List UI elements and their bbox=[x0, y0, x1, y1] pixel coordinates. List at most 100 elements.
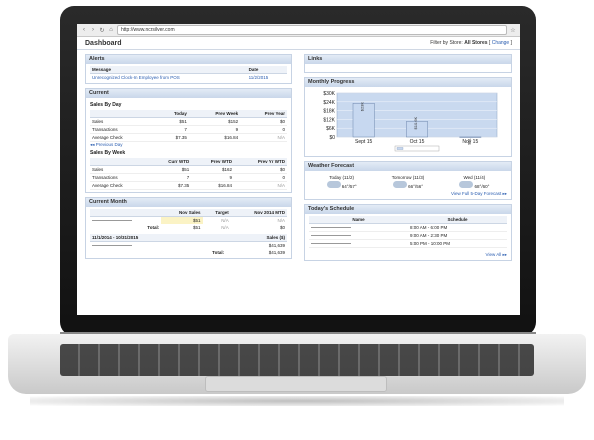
store-filter: Filter by Store: All Stores [ Change ] bbox=[430, 40, 512, 46]
table-row: Sales $51 $162 $0 bbox=[90, 165, 287, 174]
sales-by-week-title: Sales By Week bbox=[90, 150, 126, 156]
current-month-table: Nov Sales Target Nov 2014 MTD $51 N/A N/… bbox=[90, 209, 287, 231]
links-panel: Links bbox=[304, 54, 512, 73]
col-name: Name bbox=[309, 216, 408, 224]
current-month-title: Current Month bbox=[86, 198, 291, 207]
cell: $16.84 bbox=[188, 133, 241, 142]
laptop-shadow bbox=[30, 396, 564, 406]
weather-day-label: Wed (11/4) bbox=[463, 175, 486, 180]
sales-by-day-table: Today Prev Week Prev Year Sales $51 $152 $0… bbox=[90, 110, 287, 142]
col-curr-wtd: Curr WTD bbox=[148, 158, 192, 166]
row-label: Transactions bbox=[90, 125, 157, 134]
employee-name-placeholder bbox=[311, 235, 351, 237]
forecast-link-label: View Full 5-Day Forecast bbox=[451, 191, 502, 196]
total-label: Total: bbox=[147, 225, 160, 230]
table-row: Average Check $7.35 $16.84 N/A bbox=[90, 133, 287, 142]
weather-title: Weather Forecast bbox=[305, 162, 511, 171]
bar-value-label: $10.6K bbox=[413, 116, 418, 129]
bookmark-icon[interactable]: ☆ bbox=[510, 27, 516, 34]
rain-cloud-icon bbox=[326, 181, 341, 188]
previous-day-label: Previous Day bbox=[95, 142, 123, 147]
temp-low: 57° bbox=[349, 184, 357, 189]
filter-value: All Stores bbox=[464, 40, 488, 46]
temp-high: 66° bbox=[408, 184, 415, 189]
current-title: Current bbox=[86, 89, 291, 98]
range-sales-table: 11/1/2014 - 10/31/2015 Sales ($) $41,639 … bbox=[90, 234, 287, 256]
weather-panel: Weather Forecast Today (11/2) 64°/57° To… bbox=[304, 161, 512, 200]
row-label: Sales bbox=[90, 117, 157, 126]
row-label: Sales bbox=[90, 165, 149, 174]
table-row: Total: $51 N/A $0 bbox=[90, 224, 287, 231]
row-label: Average Check bbox=[90, 181, 149, 190]
cell: $41,639 bbox=[268, 243, 285, 248]
monthly-progress-title: Monthly Progress bbox=[305, 78, 511, 87]
y-tick-label: $0 bbox=[329, 135, 335, 141]
total-label: Total: bbox=[212, 250, 225, 255]
address-bar[interactable]: http://www.ncrsilver.com bbox=[117, 25, 507, 35]
schedule-cell: 5:00 PM - 10:00 PM bbox=[407, 239, 507, 248]
store-name-placeholder bbox=[92, 245, 132, 247]
bar bbox=[459, 136, 482, 138]
cell: $16.84 bbox=[191, 181, 235, 190]
temp-low: 60° bbox=[482, 184, 490, 189]
cell: 0 bbox=[240, 125, 287, 134]
col-prev-year: Prev Year bbox=[240, 110, 287, 118]
table-row: Transactions 7 9 0 bbox=[90, 125, 287, 134]
page-title: Dashboard bbox=[85, 39, 122, 47]
monthly-progress-chart: $30K $24K $18K $12K $6K $0 $23K Sept 15 $10.6K Oc… bbox=[323, 91, 498, 152]
table-row: Transactions 7 9 0 bbox=[90, 173, 287, 182]
left-column: Alerts Message Date Unrecognized Clock-In… bbox=[85, 54, 292, 265]
reload-icon[interactable]: ↻ bbox=[99, 27, 105, 34]
schedule-table: Name Schedule 8:00 AM - 6:00 PM 9:00 AM -… bbox=[309, 216, 507, 248]
current-month-panel: Current Month Nov Sales Target Nov 2014 … bbox=[85, 197, 292, 259]
y-tick-label: $24K bbox=[323, 100, 335, 106]
x-tick-label: Oct 15 bbox=[410, 139, 425, 145]
col-nov-sales: Nov Sales bbox=[161, 209, 203, 217]
col-schedule: Schedule bbox=[407, 216, 507, 224]
view-all-link[interactable]: View All ▸▸ bbox=[309, 252, 507, 258]
previous-day-link[interactable]: ◂◂ Previous Day bbox=[90, 142, 287, 148]
forward-icon[interactable]: › bbox=[90, 27, 96, 33]
bar-value-label: $23K bbox=[360, 102, 365, 112]
previous-day-icon: ◂◂ bbox=[90, 142, 95, 147]
col-sales: Sales ($) bbox=[226, 234, 287, 242]
cell: $7.35 bbox=[148, 181, 192, 190]
cell: $51 bbox=[148, 165, 192, 174]
cell: $0 bbox=[234, 165, 287, 174]
y-tick-label: $18K bbox=[323, 109, 335, 115]
schedule-cell: 8:00 AM - 6:00 PM bbox=[407, 223, 507, 232]
dashboard-header: Dashboard Filter by Store: All Stores [ … bbox=[77, 37, 520, 50]
trackpad bbox=[205, 376, 387, 392]
cell: 9 bbox=[191, 173, 235, 182]
cell: $51 bbox=[156, 117, 189, 126]
change-store-link[interactable]: Change bbox=[492, 40, 510, 46]
temp-high: 68° bbox=[474, 184, 482, 189]
cell: N/A bbox=[277, 218, 285, 223]
home-icon[interactable]: ⌂ bbox=[108, 27, 114, 33]
employee-name-placeholder bbox=[311, 243, 351, 245]
cell: $152 bbox=[188, 117, 241, 126]
col-prev-yr-wtd: Prev Yr WTD bbox=[234, 158, 287, 166]
weather-day: Tomorrow (11/3) 66°/56° bbox=[391, 175, 425, 189]
col-today: Today bbox=[156, 110, 189, 118]
sales-by-day-title: Sales By Day bbox=[90, 102, 122, 108]
weather-day-label: Tomorrow (11/3) bbox=[391, 175, 425, 180]
cell: N/A bbox=[221, 218, 229, 223]
alert-message[interactable]: Unrecognized Clock-In Employee from POS bbox=[90, 74, 247, 82]
weather-day-label: Today (11/2) bbox=[329, 175, 354, 180]
forecast-link[interactable]: View Full 5-Day Forecast ▸▸ bbox=[309, 191, 507, 197]
back-icon[interactable]: ‹ bbox=[81, 27, 87, 33]
cell: N/A bbox=[240, 133, 287, 142]
cloud-icon bbox=[459, 181, 474, 188]
date-range: 11/1/2014 - 10/31/2015 bbox=[90, 234, 227, 242]
cell: $0 bbox=[240, 117, 287, 126]
right-column: Links Monthly Progress $30K $24K $18K $12K $… bbox=[304, 54, 512, 265]
table-row: $51 N/A N/A bbox=[90, 216, 287, 224]
col-date: Date bbox=[246, 66, 287, 74]
weather-day: Wed (11/4) 68°/60° bbox=[459, 175, 489, 189]
table-row: Total: $41,639 bbox=[90, 249, 287, 256]
col-nov-2014-mtd: Nov 2014 MTD bbox=[230, 209, 287, 217]
cell: $0 bbox=[279, 225, 285, 230]
col-target: Target bbox=[202, 209, 231, 217]
x-tick-label: Sept 15 bbox=[355, 139, 372, 145]
